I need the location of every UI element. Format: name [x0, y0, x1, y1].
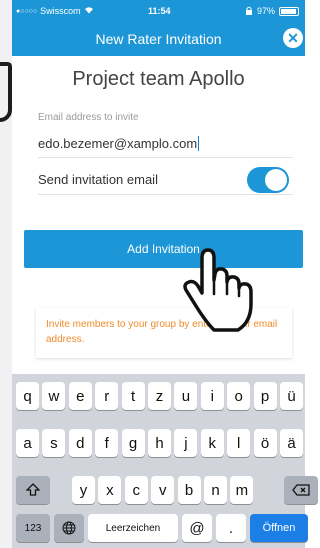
key-ü[interactable]: ü — [280, 382, 303, 410]
project-title: Project team Apollo — [72, 68, 245, 90]
backspace-icon — [292, 484, 310, 496]
clock: 11:54 — [148, 6, 171, 16]
numbers-key[interactable]: 123 — [16, 514, 50, 542]
status-bar: ●○○○○ Swisscom 11:54 97% — [12, 0, 305, 22]
key-a[interactable]: a — [16, 429, 39, 457]
globe-icon — [62, 521, 76, 535]
status-right: 97% — [245, 6, 299, 17]
key-g[interactable]: g — [121, 429, 145, 457]
wifi-icon — [84, 6, 94, 16]
key-c[interactable]: c — [124, 476, 148, 504]
nav-bar: New Rater Invitation ✕ — [12, 22, 305, 56]
send-invitation-label: Send invitation email — [38, 172, 158, 187]
keyboard: qwertzuiopü asdfghjklöä yxcvbnm 123 Leer… — [12, 374, 318, 548]
shift-icon — [26, 483, 40, 496]
email-value: edo.bezemer@xamplo.com — [38, 136, 198, 151]
send-invitation-toggle[interactable] — [247, 167, 289, 193]
key-z[interactable]: z — [148, 382, 171, 410]
key-y[interactable]: y — [72, 476, 95, 504]
email-label: Email address to invite — [38, 112, 139, 123]
key-k[interactable]: k — [200, 429, 224, 457]
delete-key[interactable] — [284, 476, 318, 504]
shift-key[interactable] — [16, 476, 50, 504]
lock-rotation-icon — [245, 6, 253, 17]
globe-key[interactable] — [54, 514, 84, 542]
key-t[interactable]: t — [121, 382, 145, 410]
background-frame-fragment — [0, 62, 12, 122]
key-b[interactable]: b — [177, 476, 201, 504]
toggle-knob — [265, 169, 287, 191]
key-n[interactable]: n — [204, 476, 227, 504]
key-v[interactable]: v — [151, 476, 175, 504]
key-ä[interactable]: ä — [280, 429, 303, 457]
key-u[interactable]: u — [174, 382, 198, 410]
dot-key[interactable]: . — [216, 514, 246, 542]
key-x[interactable]: x — [98, 476, 122, 504]
key-j[interactable]: j — [174, 429, 198, 457]
key-d[interactable]: d — [68, 429, 92, 457]
key-o[interactable]: o — [227, 382, 251, 410]
key-r[interactable]: r — [95, 382, 119, 410]
pointing-hand-icon — [183, 248, 253, 332]
key-f[interactable]: f — [95, 429, 119, 457]
key-q[interactable]: q — [16, 382, 39, 410]
send-invitation-row: Send invitation email — [38, 165, 293, 195]
add-invitation-button[interactable]: Add Invitation — [24, 230, 303, 268]
key-p[interactable]: p — [253, 382, 277, 410]
email-field[interactable]: edo.bezemer@xamplo.com — [38, 130, 293, 158]
key-ö[interactable]: ö — [253, 429, 277, 457]
text-caret — [198, 136, 200, 151]
key-i[interactable]: i — [200, 382, 224, 410]
key-h[interactable]: h — [148, 429, 171, 457]
key-w[interactable]: w — [42, 382, 66, 410]
carrier: ●○○○○ Swisscom — [16, 6, 94, 16]
key-e[interactable]: e — [68, 382, 92, 410]
signal-icon: ●○○○○ — [16, 7, 38, 15]
close-icon[interactable]: ✕ — [283, 28, 303, 48]
key-l[interactable]: l — [227, 429, 251, 457]
battery-percent: 97% — [256, 6, 275, 16]
key-s[interactable]: s — [42, 429, 66, 457]
battery-icon — [279, 6, 299, 16]
at-key[interactable]: @ — [182, 514, 212, 542]
return-key[interactable]: Öffnen — [250, 514, 308, 542]
space-key[interactable]: Leerzeichen — [88, 514, 178, 542]
nav-title: New Rater Invitation — [95, 31, 222, 47]
carrier-name: Swisscom — [40, 6, 81, 16]
background-frame — [0, 0, 12, 548]
key-m[interactable]: m — [230, 476, 254, 504]
form-content: Project team Apollo Email address to inv… — [12, 56, 305, 374]
